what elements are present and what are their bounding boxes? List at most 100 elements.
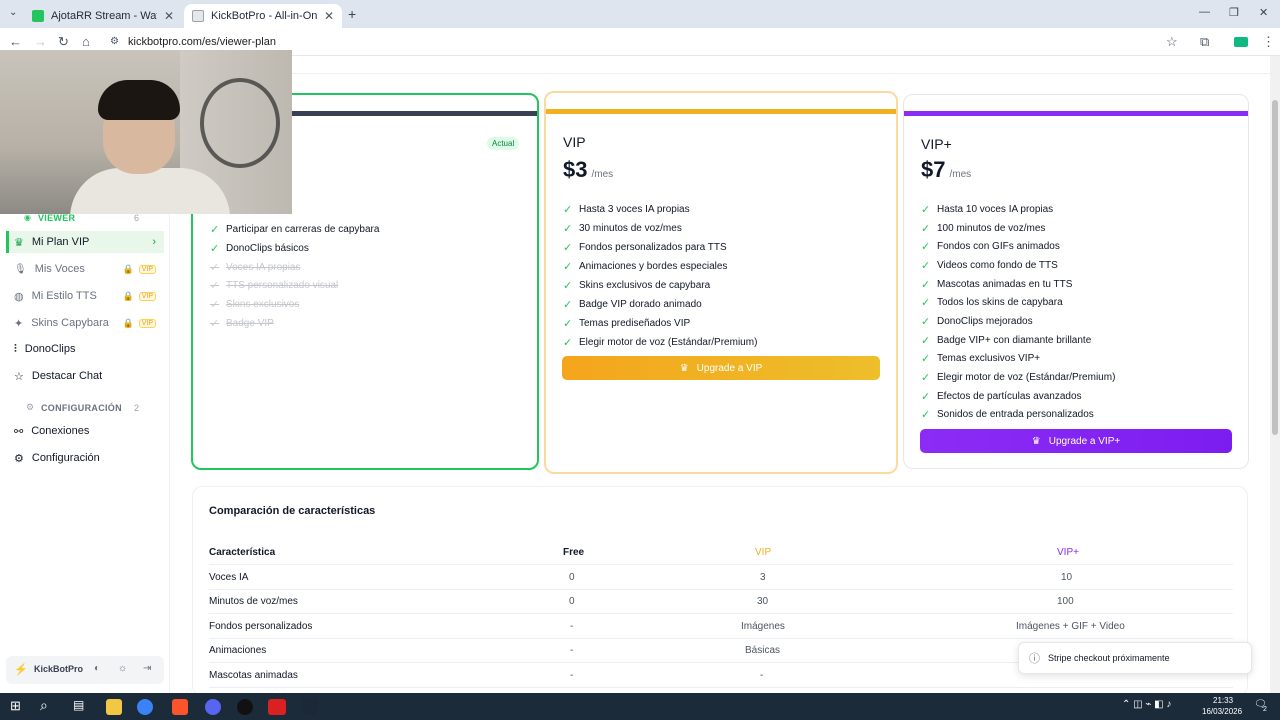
steam-icon[interactable] [302, 699, 318, 715]
close-tab-icon[interactable]: ✕ [324, 9, 334, 23]
sidebar-item-donoclips[interactable]: ⫶ DonoClips [6, 338, 164, 360]
reload-icon[interactable]: ↻ [58, 34, 69, 50]
search-icon[interactable]: ⌕ [40, 697, 48, 714]
sidebar-item-conexiones[interactable]: ⚯ Conexiones [6, 420, 164, 442]
table-cell: - [570, 670, 574, 681]
sidebar-item-configuracion[interactable]: ⚙ Configuración [6, 447, 164, 469]
sidebar-item-mi-plan-vip[interactable]: ♛ Mi Plan VIP › [6, 231, 164, 253]
table-row: Fondos personalizados - Imágenes Imágene… [209, 614, 1233, 639]
button-label: Upgrade a VIP+ [1048, 435, 1121, 447]
sidebar-item-label: Destacar Chat [31, 370, 103, 382]
feature-label: 30 minutos de voz/mes [579, 223, 682, 234]
plan-feature: ✓ Mascotas animadas en tu TTS [921, 278, 1072, 291]
section-config-count: 2 [134, 403, 140, 413]
plan-feature: ✓ Fondos personalizados para TTS [563, 241, 727, 254]
plan-feature: ✓ Temas exclusivos VIP+ [921, 352, 1040, 365]
plan-feature: ✓ Fondos con GIFs animados [921, 240, 1060, 253]
table-cell: Imágenes [741, 621, 785, 632]
plan-feature: ✓ Participar en carreras de capybara [210, 223, 379, 236]
feature-label: Sonidos de entrada personalizados [937, 409, 1094, 420]
tab-ajotarr[interactable]: AjotaRR Stream - Watch Live o ✕ [24, 4, 182, 28]
extensions-icon[interactable]: ⧉ [1200, 34, 1209, 50]
brave-icon[interactable] [172, 699, 188, 715]
notification-count: 2 [1263, 706, 1267, 713]
plan-color-bar [546, 109, 896, 114]
sidebar-item-mi-estilo-tts[interactable]: ◍ Mi Estilo TTS 🔒 VIP [6, 285, 164, 307]
plan-price: $7/mes [921, 157, 971, 183]
check-icon: ✓ [563, 280, 573, 292]
tab-kickbotpro[interactable]: KickBotPro - All-in-One Stream ✕ [184, 4, 342, 28]
exercise-bike [200, 78, 280, 168]
plan-feature: ✓ Animaciones y bordes especiales [563, 260, 727, 273]
windows-start-icon[interactable]: ⊞ [10, 698, 21, 714]
feature-label: Fondos personalizados para TTS [579, 242, 727, 253]
browser-menu-icon[interactable]: ⋮ [1262, 34, 1275, 50]
plan-feature: ✓ Sonidos de entrada personalizados [921, 408, 1094, 421]
crown-icon: ♛ [1031, 435, 1041, 447]
back-icon[interactable]: ← [9, 34, 22, 49]
sun-icon[interactable]: ☼ [118, 663, 127, 674]
voicemod-icon[interactable] [268, 699, 286, 715]
task-view-icon[interactable]: ▤ [73, 698, 84, 712]
chrome-icon[interactable] [137, 699, 153, 715]
url-field[interactable]: kickbotpro.com/es/viewer-plan [128, 36, 276, 48]
plan-feature-disabled: ✓ Skins exclusivos [210, 298, 299, 311]
restore-icon[interactable]: ❐ [1229, 6, 1239, 19]
bookmark-star-icon[interactable]: ☆ [1166, 34, 1178, 50]
sidebar-item-label: Mi Estilo TTS [31, 290, 97, 302]
feature-label: Hasta 10 voces IA propias [937, 204, 1054, 215]
logout-icon[interactable]: ⇥ [143, 663, 151, 674]
discord-icon[interactable] [205, 699, 221, 715]
sidebar-item-mis-voces[interactable]: 🎙 Mis Voces 🔒 VIP [6, 258, 164, 280]
close-tab-icon[interactable]: ✕ [164, 9, 174, 23]
plan-feature: ✓ Skins exclusivos de capybara [563, 279, 710, 292]
feature-label: Elegir motor de voz (Estándar/Premium) [937, 372, 1116, 383]
sparkles-icon: ✦ [14, 317, 24, 330]
check-icon: ✓ [921, 316, 931, 328]
column-header: Característica [209, 547, 276, 558]
scrollbar-thumb[interactable] [1272, 100, 1278, 435]
logo-icon: ⚡ [14, 664, 28, 676]
sidebar-item-label: DonoClips [24, 343, 76, 355]
check-icon: ✓ [921, 372, 931, 384]
check-icon: ✓ [210, 299, 220, 311]
divider [170, 73, 1270, 74]
plan-feature: ✓ Badge VIP dorado animado [563, 298, 702, 311]
site-info-icon[interactable]: ⚙ [110, 36, 119, 47]
table-cell: - [570, 645, 574, 656]
feature-label: TTS personalizado visual [226, 280, 339, 291]
sidebar-item-destacar-chat[interactable]: ☆ Destacar Chat [6, 365, 164, 387]
check-icon: ✓ [921, 391, 931, 403]
toast-text: Stripe checkout próximamente [1048, 653, 1170, 663]
plan-feature: ✓ Elegir motor de voz (Estándar/Premium) [563, 336, 757, 349]
table-row: Minutos de voz/mes 0 30 100 [209, 589, 1233, 614]
tab-list-icon[interactable]: ⌄ [9, 7, 17, 18]
forward-icon[interactable]: → [34, 34, 47, 49]
minimize-icon[interactable]: — [1199, 6, 1210, 18]
feature-label: Skins exclusivos de capybara [579, 280, 711, 291]
tray-icons[interactable]: ⌃ ◫ ⌁ ◧ ♪ [1122, 699, 1171, 710]
sidebar-item-skins-capybara[interactable]: ✦ Skins Capybara 🔒 VIP [6, 312, 164, 334]
plan-feature: ✓ DonoClips básicos [210, 242, 309, 255]
profile-icon[interactable] [1234, 37, 1248, 47]
feature-label: Badge VIP dorado animado [579, 299, 702, 310]
new-tab-icon[interactable]: + [348, 6, 356, 22]
settings-section-icon: ⚙ [26, 402, 35, 412]
info-icon: ⓘ [1029, 653, 1040, 665]
close-window-icon[interactable]: ✕ [1259, 6, 1268, 19]
plan-color-bar [904, 111, 1248, 116]
sidebar-item-label: Skins Capybara [31, 317, 109, 329]
sidebar-item-label: Configuración [31, 452, 100, 464]
audio-wave-icon: ⫶ [14, 342, 17, 355]
check-icon: ✓ [563, 299, 573, 311]
table-cell: Animaciones [209, 645, 267, 656]
obs-icon[interactable] [237, 699, 253, 715]
plan-name: VIP+ [921, 136, 952, 152]
table-cell: 3 [760, 572, 766, 583]
file-explorer-icon[interactable] [106, 699, 122, 715]
upgrade-vipplus-button[interactable]: ♛ Upgrade a VIP+ [920, 429, 1232, 453]
plan-feature: ✓ Efectos de partículas avanzados [921, 390, 1082, 403]
upgrade-vip-button[interactable]: ♛ Upgrade a VIP [562, 356, 880, 380]
home-icon[interactable]: ⌂ [82, 34, 90, 49]
theme-palette-icon[interactable]: ◐ [94, 663, 100, 674]
